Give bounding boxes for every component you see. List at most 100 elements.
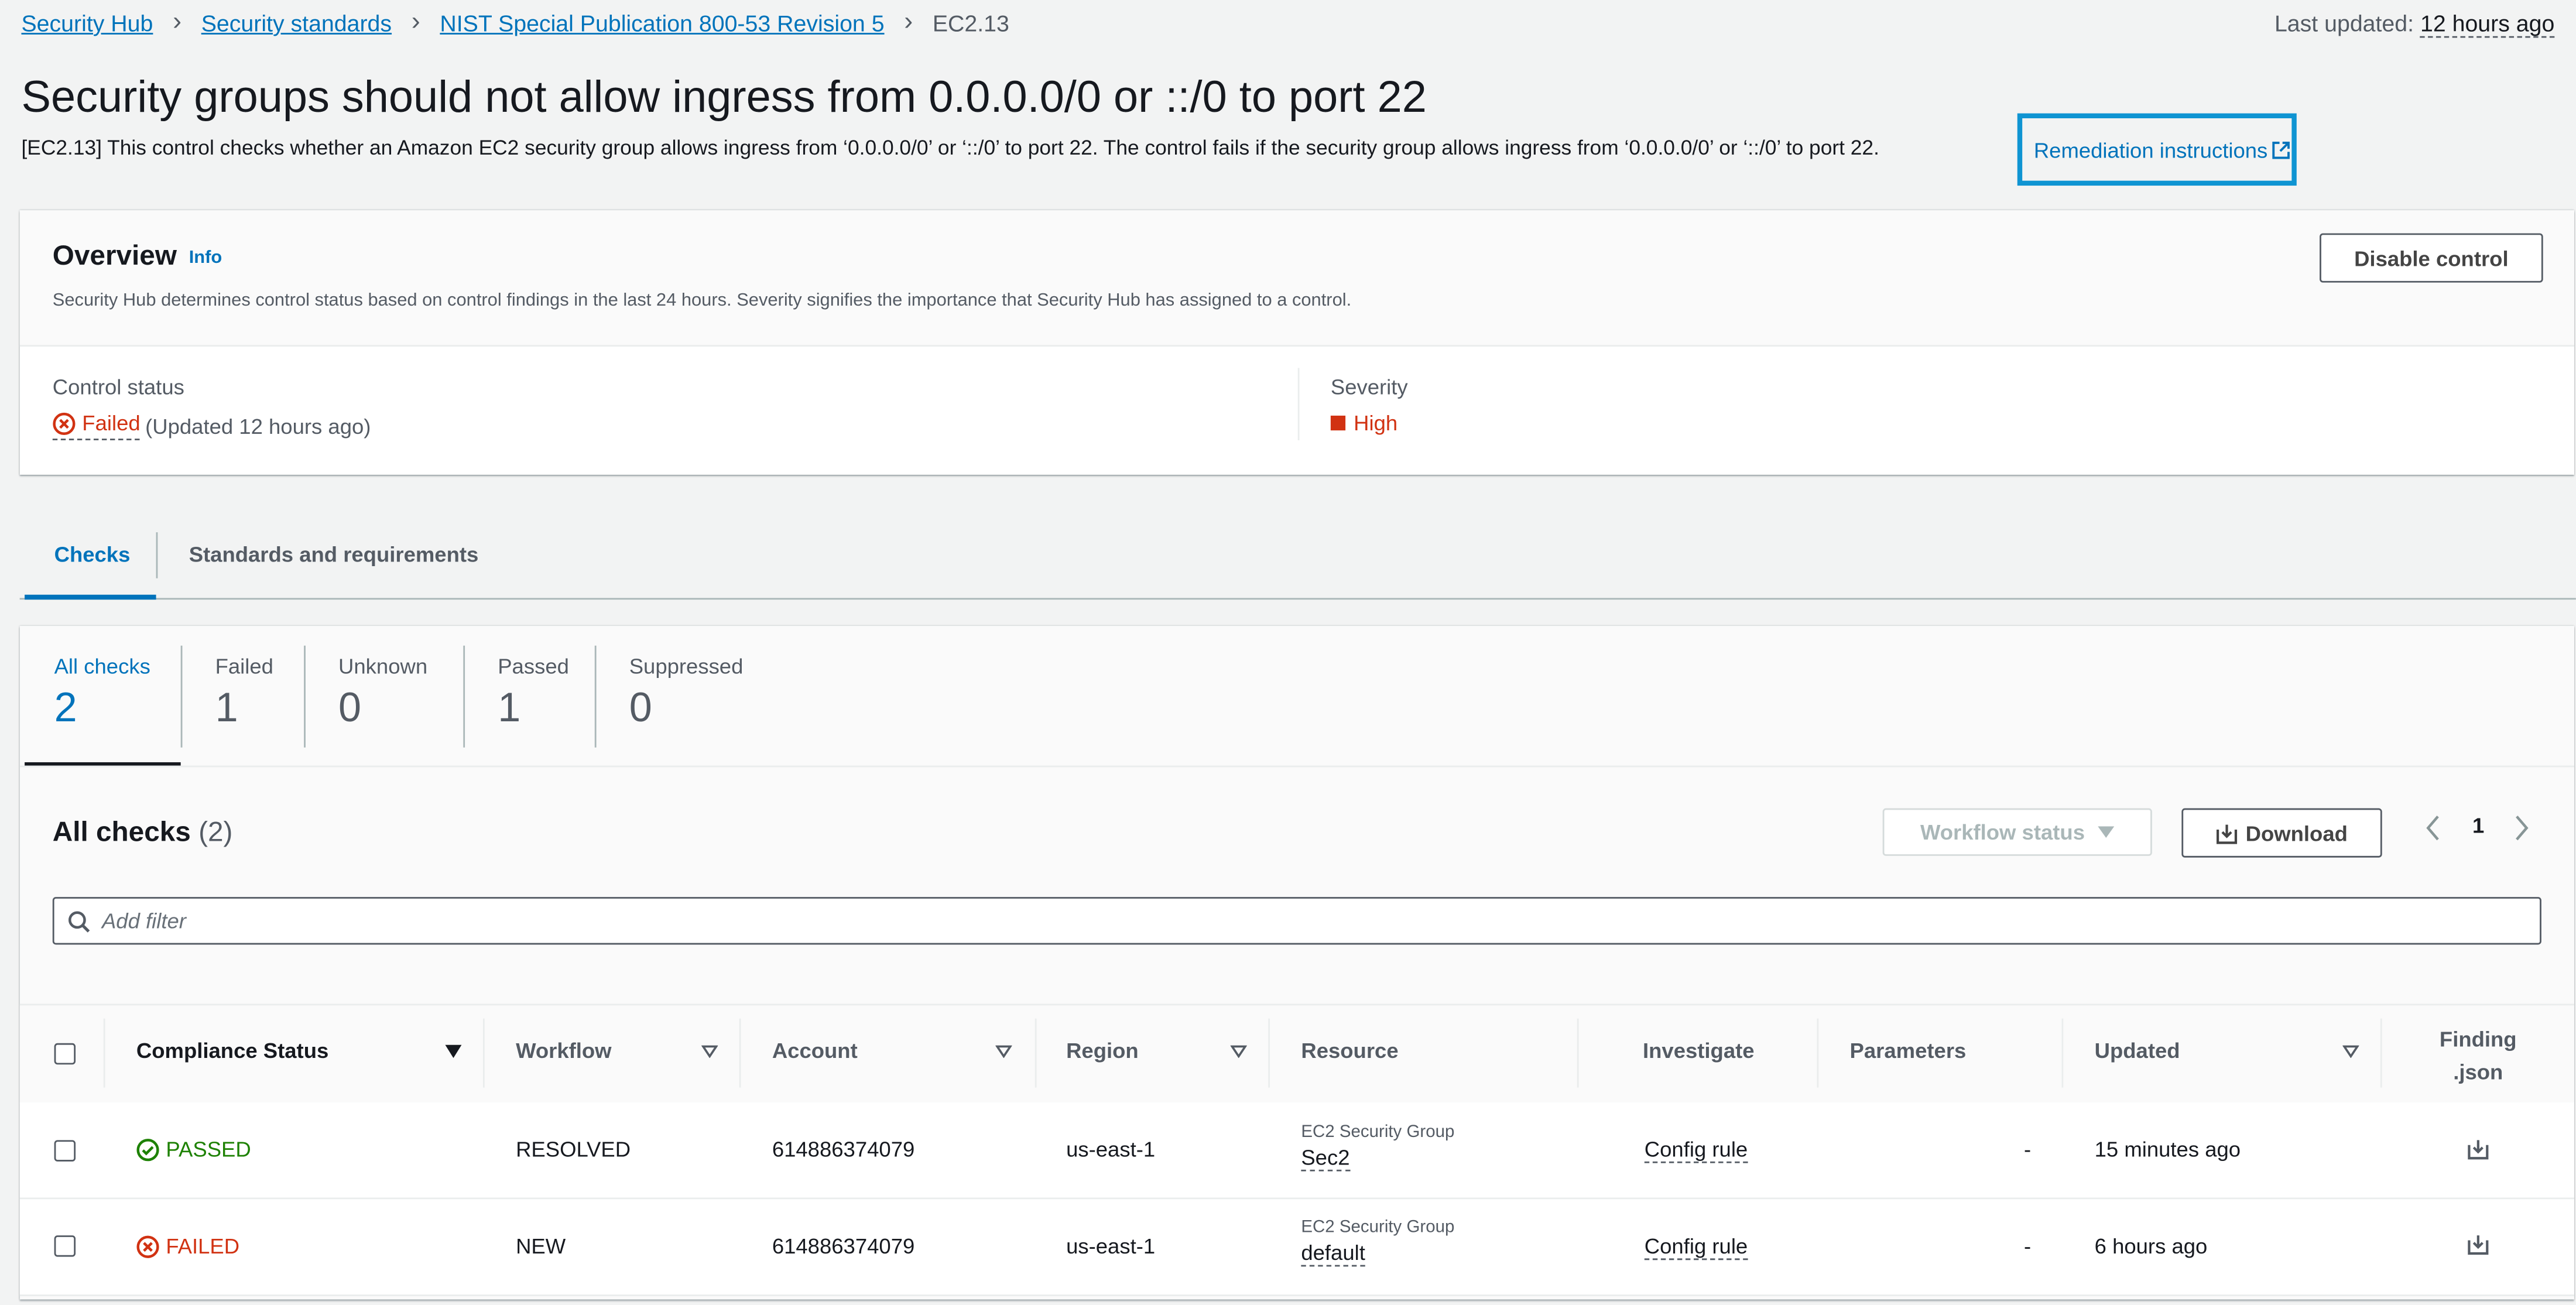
resource-type: EC2 Security Group xyxy=(1301,1217,1455,1237)
stat-value: 2 xyxy=(54,685,77,731)
compliance-status-passed: PASSED xyxy=(136,1137,251,1162)
download-finding-icon[interactable] xyxy=(2468,1234,2489,1255)
updated-cell: 15 minutes ago xyxy=(2094,1136,2241,1162)
stat-suppressed[interactable]: Suppressed 0 xyxy=(629,654,744,733)
column-investigate: Investigate xyxy=(1643,1038,1755,1063)
filter-placeholder: Add filter xyxy=(101,908,186,933)
download-icon xyxy=(2216,824,2237,844)
parameters-cell: - xyxy=(2023,1136,2032,1162)
stat-divider xyxy=(463,645,465,748)
column-parameters: Parameters xyxy=(1849,1038,1967,1063)
remediation-highlight: Remediation instructions xyxy=(2017,113,2297,186)
severity-label: Severity xyxy=(1330,374,1408,399)
column-finding-json: Finding .json xyxy=(2440,1023,2517,1089)
overview-title: Overview xyxy=(52,239,177,271)
workflow-cell: RESOLVED xyxy=(516,1136,631,1162)
control-status-text: Failed xyxy=(82,410,141,436)
table-header xyxy=(19,1003,2575,1104)
workflow-status-label: Workflow status xyxy=(1920,820,2085,845)
column-account[interactable]: Account xyxy=(772,1038,858,1063)
remediation-instructions-link[interactable]: Remediation instructions xyxy=(2034,137,2267,162)
column-divider xyxy=(1577,1018,1579,1088)
next-page-icon[interactable] xyxy=(2513,815,2530,841)
stat-divider xyxy=(304,645,306,748)
filter-input[interactable]: Add filter xyxy=(52,897,2541,945)
sort-icon[interactable] xyxy=(1230,1045,1247,1059)
resource-type: EC2 Security Group xyxy=(1301,1122,1455,1142)
resource-name[interactable]: default xyxy=(1301,1241,1365,1267)
resource-name[interactable]: Sec2 xyxy=(1301,1146,1350,1172)
column-divider xyxy=(739,1018,741,1088)
stat-label: Failed xyxy=(215,653,273,679)
disable-control-button[interactable]: Disable control xyxy=(2320,233,2543,283)
download-finding-icon[interactable] xyxy=(2468,1139,2489,1160)
overview-panel: Overview Info Security Hub determines co… xyxy=(19,210,2575,475)
error-circle-icon xyxy=(136,1235,159,1258)
row-checkbox[interactable] xyxy=(54,1235,76,1257)
control-status-value: Failed (Updated 12 hours ago) xyxy=(52,410,371,441)
column-divider xyxy=(1034,1018,1037,1088)
breadcrumb-current: EC2.13 xyxy=(932,9,1009,36)
stat-label: All checks xyxy=(54,653,150,679)
column-workflow[interactable]: Workflow xyxy=(516,1038,611,1063)
config-rule-link[interactable]: Config rule xyxy=(1644,1137,1748,1163)
stat-value: 1 xyxy=(498,685,521,731)
breadcrumb-nist-standard[interactable]: NIST Special Publication 800-53 Revision… xyxy=(440,10,884,36)
overview-info-link[interactable]: Info xyxy=(189,248,222,268)
sort-icon[interactable] xyxy=(701,1045,718,1059)
column-divider xyxy=(103,1018,105,1088)
control-status-label: Control status xyxy=(52,374,184,399)
severity-value: High xyxy=(1330,411,1397,436)
stat-all-checks[interactable]: All checks 2 xyxy=(54,654,150,733)
tab-divider xyxy=(156,532,158,578)
status-text: PASSED xyxy=(166,1136,251,1162)
config-rule-link[interactable]: Config rule xyxy=(1644,1234,1748,1261)
column-divider xyxy=(2380,1018,2382,1088)
overview-divider xyxy=(1297,368,1300,441)
page-number[interactable]: 1 xyxy=(2472,813,2484,838)
column-region[interactable]: Region xyxy=(1066,1038,1139,1063)
tab-checks[interactable]: Checks xyxy=(54,542,131,567)
page-title: Security groups should not allow ingress… xyxy=(21,72,1427,122)
active-tab-indicator xyxy=(25,594,156,600)
sort-icon[interactable] xyxy=(995,1045,1012,1059)
download-button[interactable]: Download xyxy=(2181,808,2382,858)
resource-cell: EC2 Security Group Sec2 xyxy=(1301,1122,1455,1172)
resource-cell: EC2 Security Group default xyxy=(1301,1217,1455,1267)
column-updated[interactable]: Updated xyxy=(2095,1038,2180,1063)
stat-label: Passed xyxy=(498,653,569,679)
compliance-status-failed: FAILED xyxy=(136,1234,239,1258)
column-compliance-status[interactable]: Compliance Status xyxy=(136,1038,328,1063)
control-description: [EC2.13] This control checks whether an … xyxy=(21,136,1879,160)
stat-failed[interactable]: Failed 1 xyxy=(215,654,273,733)
column-divider xyxy=(1817,1018,1819,1088)
stat-value: 1 xyxy=(215,685,238,731)
breadcrumb-security-hub[interactable]: Security Hub xyxy=(21,10,153,36)
sort-descending-icon[interactable] xyxy=(445,1044,462,1059)
workflow-cell: NEW xyxy=(516,1234,566,1259)
check-circle-icon xyxy=(136,1138,159,1160)
chevron-right-icon: › xyxy=(173,8,182,36)
last-updated: Last updated: 12 hours ago xyxy=(2274,9,2555,38)
stat-unknown[interactable]: Unknown 0 xyxy=(338,654,427,733)
stat-value: 0 xyxy=(629,685,652,731)
region-cell: us-east-1 xyxy=(1066,1136,1156,1162)
control-status-failed[interactable]: Failed xyxy=(52,410,141,441)
select-all-checkbox[interactable] xyxy=(54,1043,76,1065)
parameters-cell: - xyxy=(2023,1234,2032,1259)
breadcrumb: Security Hub › Security standards › NIST… xyxy=(21,8,1009,36)
tab-standards-and-requirements[interactable]: Standards and requirements xyxy=(189,542,479,567)
overview-header: Overview Info Security Hub determines co… xyxy=(19,210,2575,347)
overview-subtitle: Security Hub determines control status b… xyxy=(52,290,1352,311)
sort-icon[interactable] xyxy=(2342,1045,2359,1059)
previous-page-icon[interactable] xyxy=(2425,815,2441,841)
region-cell: us-east-1 xyxy=(1066,1234,1156,1259)
control-status-note: (Updated 12 hours ago) xyxy=(145,413,371,438)
breadcrumb-security-standards[interactable]: Security standards xyxy=(201,10,392,36)
table-title: All checks (2) xyxy=(53,817,233,850)
column-finding-line1: Finding xyxy=(2439,1026,2517,1051)
row-checkbox[interactable] xyxy=(54,1140,76,1162)
stat-passed[interactable]: Passed 1 xyxy=(498,654,569,733)
error-circle-icon xyxy=(53,412,76,434)
workflow-status-button[interactable]: Workflow status xyxy=(1882,808,2152,856)
